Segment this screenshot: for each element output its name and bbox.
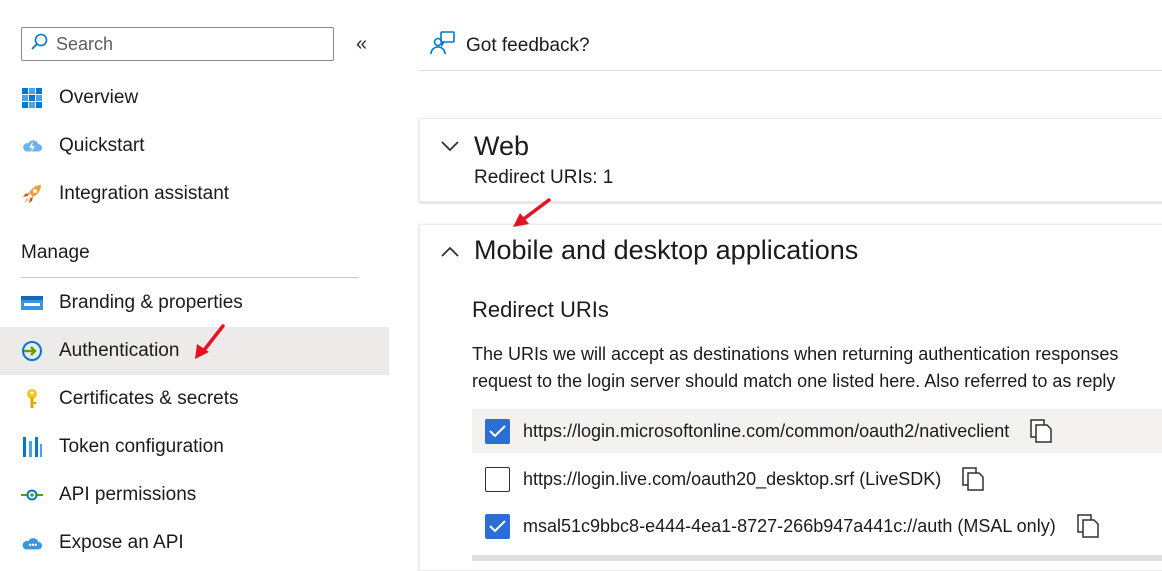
sidebar-item-label: Expose an API [59,532,184,553]
sidebar-item-certificates[interactable]: Certificates & secrets [0,375,389,423]
overview-grid-icon [21,87,43,109]
token-bars-icon [21,436,43,458]
uri-checkbox-checked[interactable] [485,418,510,444]
redirect-uri-row: https://login.microsoftonline.com/common… [472,409,1162,453]
sidebar-item-label: Token configuration [59,436,224,457]
web-card-subtitle: Redirect URIs: 1 [474,167,614,188]
feedback-button[interactable]: Got feedback? [430,30,590,62]
sidebar-item-authentication[interactable]: Authentication [0,327,389,375]
search-icon [30,33,48,56]
copy-icon[interactable] [1076,513,1100,539]
mobile-card-title: Mobile and desktop applications [474,235,859,265]
key-icon [21,388,43,410]
sidebar-item-overview[interactable]: Overview [0,74,389,122]
authentication-icon [21,340,43,362]
collapse-sidebar-button[interactable]: « [356,33,367,56]
feedback-label: Got feedback? [466,35,590,56]
cloud-bolt-icon [21,135,43,157]
search-input[interactable] [54,32,318,56]
cloud-api-icon [21,532,43,554]
web-card-title: Web [474,131,530,161]
chevron-up-icon[interactable] [440,245,460,264]
description-line: The URIs we will accept as destinations … [472,344,1119,364]
sidebar-item-label: Branding & properties [59,292,243,313]
description-line: request to the login server should match… [472,371,1116,391]
divider [21,277,359,278]
sidebar-item-label: Quickstart [59,135,145,156]
redirect-description: The URIs we will accept as destinations … [472,341,1162,395]
sidebar-item-label: Integration assistant [59,183,230,204]
sidebar-item-integration-assistant[interactable]: Integration assistant [0,170,389,218]
sidebar-item-label: API permissions [59,484,197,505]
redirect-uris-heading: Redirect URIs [472,297,609,322]
chevron-down-icon[interactable] [440,139,460,158]
uri-checkbox-unchecked[interactable] [485,466,510,492]
manage-heading: Manage [21,242,90,263]
redirect-uri-text: https://login.microsoftonline.com/common… [523,420,1010,441]
redirect-uri-row: https://login.live.com/oauth20_desktop.s… [472,457,1162,501]
sidebar-item-label: Certificates & secrets [59,388,239,409]
redirect-uri-text: https://login.live.com/oauth20_desktop.s… [523,468,942,489]
mobile-desktop-card: Mobile and desktop applications Redirect… [419,224,1162,571]
copy-icon[interactable] [961,466,985,492]
branding-icon [21,292,43,314]
sidebar-item-quickstart[interactable]: Quickstart [0,122,389,170]
next-row-edge [472,555,1162,561]
sidebar-item-label: Overview [59,87,139,108]
redirect-uri-text: msal51c9bbc8-e444-4ea1-8727-266b947a441c… [523,515,1056,536]
search-box[interactable] [21,27,334,61]
api-permissions-icon [21,484,43,506]
feedback-person-icon [430,30,456,62]
sidebar-item-branding[interactable]: Branding & properties [0,279,389,327]
redirect-uri-row: msal51c9bbc8-e444-4ea1-8727-266b947a441c… [472,504,1162,548]
sidebar: « Overview Quickstart Integration assist… [0,0,389,563]
sidebar-item-expose-api[interactable]: Expose an API [0,519,389,567]
uri-checkbox-checked[interactable] [485,513,510,539]
copy-icon[interactable] [1029,418,1053,444]
sidebar-item-api-permissions[interactable]: API permissions [0,471,389,519]
web-platform-card: Web Redirect URIs: 1 [419,118,1162,202]
rocket-icon [21,183,43,205]
sidebar-item-token-configuration[interactable]: Token configuration [0,423,389,471]
sidebar-item-label: Authentication [59,340,180,361]
